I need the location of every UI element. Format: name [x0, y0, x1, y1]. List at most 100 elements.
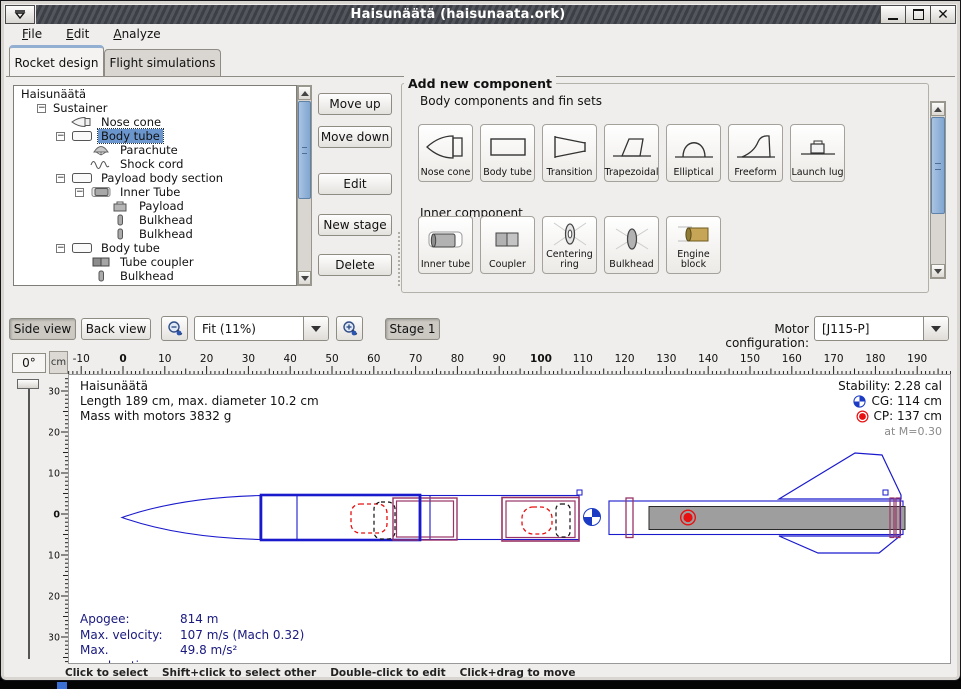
tree-item-payload[interactable]: Payload: [14, 199, 296, 213]
menu-bar: FileEditAnalyze: [6, 24, 955, 44]
side-view-label: Side view: [14, 322, 71, 336]
component-button-transition[interactable]: Transition: [542, 124, 597, 182]
zoom-level-combobox[interactable]: Fit (11%): [194, 316, 329, 341]
system-menu-icon: [14, 10, 26, 20]
component-button-label: Inner tube: [421, 260, 470, 270]
motor-configuration-value: [J115-P]: [815, 322, 923, 336]
svg-text:30: 30: [49, 633, 60, 644]
section-label-body-components-and-fin-sets: Body components and fin sets: [420, 94, 602, 108]
bulkhead-big-icon: [610, 217, 654, 260]
component-button-elliptical[interactable]: Elliptical: [666, 124, 721, 182]
menu-file[interactable]: File: [12, 25, 52, 43]
close-button[interactable]: ✕: [930, 5, 956, 24]
component-button-engine-block[interactable]: Engine block: [666, 216, 721, 274]
tree-item-tube-coupler[interactable]: Tube coupler: [14, 255, 296, 269]
zoom-in-button[interactable]: [336, 316, 363, 341]
rocket-name: Haisunäätä: [80, 379, 319, 394]
move-down-button[interactable]: Move down: [318, 126, 392, 148]
chevron-down-icon: [931, 326, 941, 332]
tree-item-body-tube[interactable]: −Body tube: [14, 241, 296, 255]
component-panel-scrollbar[interactable]: [930, 101, 946, 279]
tree-expander-icon[interactable]: −: [56, 244, 65, 253]
component-button-coupler[interactable]: Coupler: [480, 216, 535, 274]
svg-text:130: 130: [656, 353, 676, 365]
tree-item-body-tube[interactable]: − Body tube: [14, 129, 296, 143]
component-button-freeform[interactable]: Freeform: [728, 124, 783, 182]
rocket-canvas[interactable]: Haisunäätä Length 189 cm, max. diameter …: [68, 374, 951, 664]
component-button-trapezoidal[interactable]: Trapezoidal: [604, 124, 659, 182]
horizontal-ruler: -100102030405060708090100110120130140150…: [68, 351, 951, 374]
tree-item-label: Parachute: [117, 143, 181, 157]
tree-item-label: Inner Tube: [117, 185, 183, 199]
arrow-up-icon: [301, 91, 309, 96]
zoom-out-button[interactable]: [161, 316, 188, 341]
tree-item-shock-cord[interactable]: Shock cord: [14, 157, 296, 171]
minimize-icon: [888, 18, 898, 20]
cp-icon: [856, 410, 869, 423]
cg-icon: [853, 395, 866, 408]
tree-item-label: Bulkhead: [136, 213, 196, 227]
system-menu-button[interactable]: [5, 5, 35, 24]
stage-1-toggle-button[interactable]: Stage 1: [385, 318, 440, 340]
panel-scrollbar-thumb[interactable]: [931, 117, 945, 214]
tree-scrollbar-thumb[interactable]: [298, 101, 311, 199]
tree-item-payload-body-section[interactable]: −Payload body section: [14, 171, 296, 185]
rotation-slider-track[interactable]: [28, 383, 30, 659]
move-up-button[interactable]: Move up: [318, 93, 392, 115]
hint-double-click-to-edit: Double-click to edit: [330, 667, 445, 679]
magnifier-minus-icon: [166, 320, 184, 338]
stability-info: Stability: 2.28 cal CG: 114 cm CP: 137 c…: [838, 379, 942, 439]
tree-scroll-up-button[interactable]: [298, 86, 311, 100]
tree-item-inner-tube[interactable]: − Inner Tube: [14, 185, 296, 199]
tree-item-parachute[interactable]: Parachute: [14, 143, 296, 157]
tab-rocket-design[interactable]: Rocket design: [9, 45, 104, 76]
minimize-button[interactable]: [880, 5, 906, 24]
tree-item-bulkhead[interactable]: Bulkhead: [14, 227, 296, 241]
tree-scrollbar[interactable]: [297, 85, 312, 286]
component-button-body-tube[interactable]: Body tube: [480, 124, 535, 182]
tree-item-nose-cone[interactable]: Nose cone: [14, 115, 296, 129]
tree-item-label: Body tube: [98, 129, 163, 143]
rocket-mass: Mass with motors 3832 g: [80, 409, 319, 424]
tree-expander-icon[interactable]: −: [56, 174, 65, 183]
back-view-button[interactable]: Back view: [81, 318, 151, 340]
component-button-launch-lug[interactable]: Launch lug: [790, 124, 845, 182]
tree-item-sustainer[interactable]: −Sustainer: [14, 101, 296, 115]
motor-configuration-combobox[interactable]: [J115-P]: [814, 316, 949, 341]
panel-scroll-down-button[interactable]: [931, 264, 945, 278]
combo-arrow-button[interactable]: [303, 317, 328, 340]
component-button-centering-ring[interactable]: Centering ring: [542, 216, 597, 274]
maximize-button[interactable]: [905, 5, 931, 24]
mach-condition: at M=0.30: [838, 424, 942, 439]
flight-stat-max-acceleration: Max. acceleration:49.8 m/s²: [80, 643, 304, 664]
panel-scroll-up-button[interactable]: [931, 102, 945, 116]
component-button-label: Freeform: [734, 168, 776, 178]
side-view-button[interactable]: Side view: [9, 318, 76, 340]
component-button-inner-tube[interactable]: Inner tube: [418, 216, 473, 274]
svg-text:150: 150: [740, 353, 760, 365]
flight-statistics: Apogee:814 mMax. velocity:107 m/s (Mach …: [80, 612, 304, 664]
tree-item-bulkhead[interactable]: Bulkhead: [14, 213, 296, 227]
delete-button[interactable]: Delete: [318, 254, 392, 276]
component-button-bulkhead[interactable]: Bulkhead: [604, 216, 659, 274]
tree-expander-icon[interactable]: −: [37, 104, 46, 113]
launch-lug-big-icon: [796, 125, 840, 168]
component-button-nose-cone[interactable]: Nose cone: [418, 124, 473, 182]
new-stage-label: New stage: [323, 218, 386, 232]
tree-item-haisun-t[interactable]: Haisunäätä: [14, 87, 296, 101]
engine-block-big-icon: [672, 217, 716, 250]
tree-item-bulkhead[interactable]: Bulkhead: [14, 269, 296, 283]
menu-analyze[interactable]: Analyze: [103, 25, 170, 43]
tree-expander-icon[interactable]: −: [56, 132, 65, 141]
new-stage-button[interactable]: New stage: [318, 214, 392, 236]
tree-expander-icon[interactable]: −: [75, 188, 84, 197]
edit-button[interactable]: Edit: [318, 173, 392, 195]
rotation-slider-handle[interactable]: [17, 379, 39, 389]
combo-arrow-button[interactable]: [923, 317, 948, 340]
menu-edit[interactable]: Edit: [56, 25, 99, 43]
tab-flight-simulations[interactable]: Flight simulations: [104, 49, 221, 76]
tree-scroll-down-button[interactable]: [298, 271, 311, 285]
svg-text:140: 140: [698, 353, 718, 365]
title-stripes[interactable]: Haisunäätä (haisunaata.ork): [36, 5, 880, 24]
trapezoidal-big-icon: [610, 125, 654, 168]
